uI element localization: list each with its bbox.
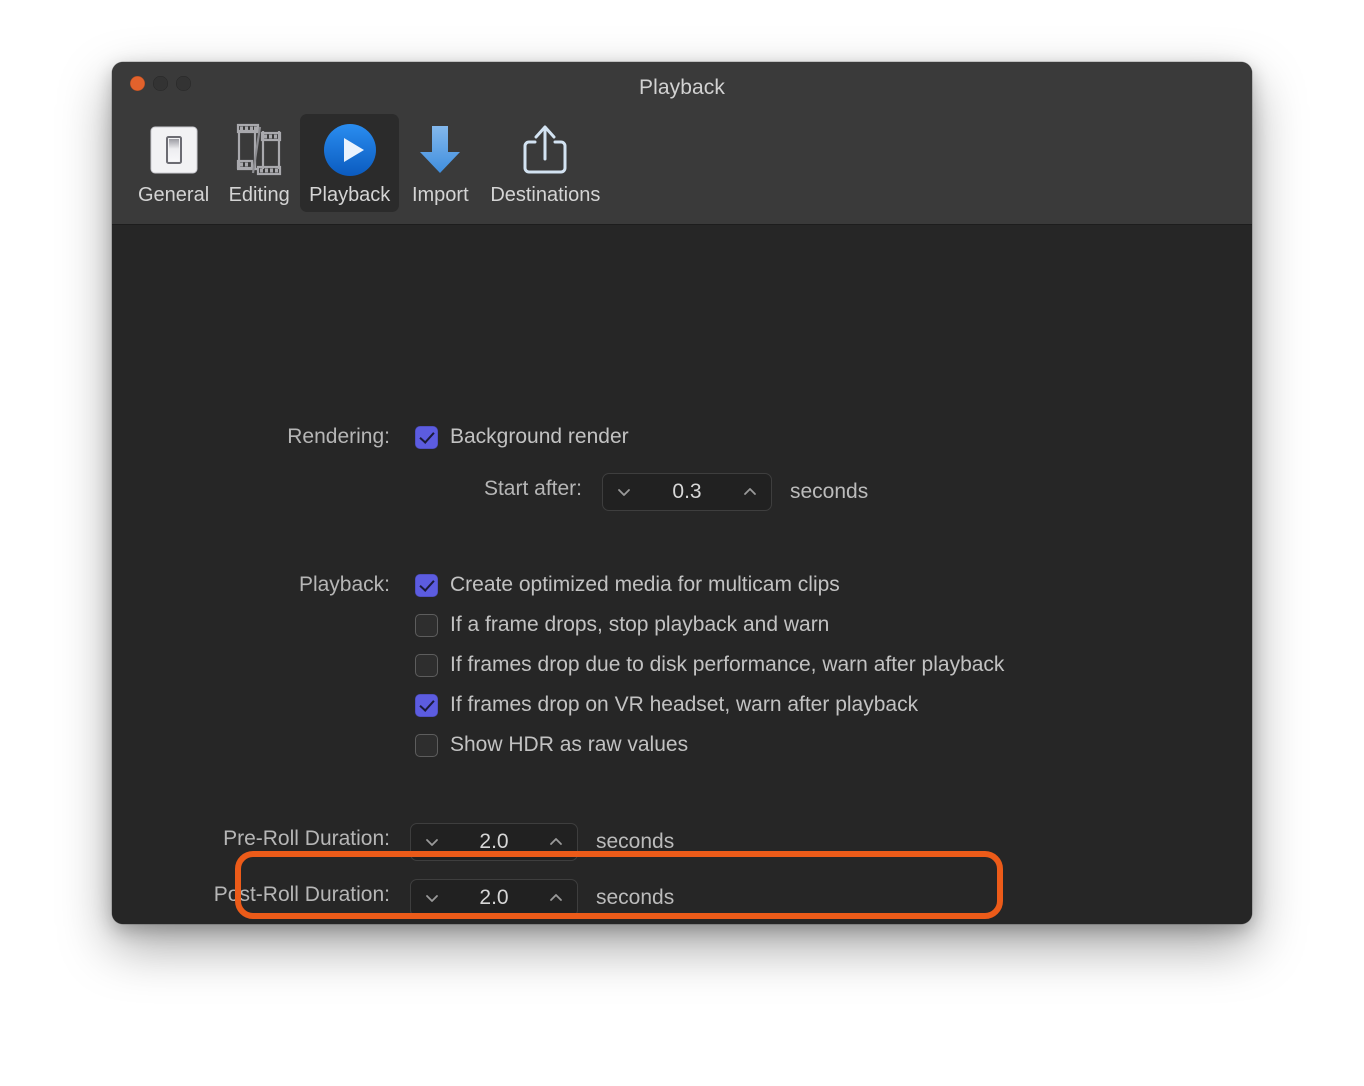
tab-editing-label: Editing (228, 184, 290, 206)
post-roll-unit: seconds (596, 886, 675, 909)
option-show-hdr-raw[interactable]: Show HDR as raw values (415, 733, 688, 757)
playback-label-wrap: Playback: (112, 573, 390, 597)
play-circle-icon (318, 118, 382, 182)
option-label: If frames drop on VR headset, warn after… (450, 693, 919, 716)
option-label: If a frame drops, stop playback and warn (450, 613, 830, 636)
playback-label: Playback: (298, 573, 390, 596)
option-frame-drop-stop-warn[interactable]: If a frame drops, stop playback and warn (415, 613, 829, 637)
background-render-checkbox[interactable]: Background render (415, 425, 629, 449)
chevron-up-icon[interactable] (741, 483, 759, 501)
rendering-label-wrap: Rendering: (112, 425, 390, 449)
preferences-toolbar: General Editing Playback Import Destinat… (112, 114, 1252, 225)
tab-playback-label: Playback (309, 184, 391, 206)
chevron-up-icon[interactable] (547, 889, 565, 907)
pre-roll-label: Pre-Roll Duration: (223, 827, 390, 850)
checkbox-indicator (415, 573, 438, 597)
pre-roll-label-wrap: Pre-Roll Duration: (112, 827, 390, 851)
preferences-content: Rendering: Background render Start after… (112, 225, 1252, 924)
checkbox-indicator (415, 733, 438, 757)
post-roll-stepper[interactable]: 2.0 (410, 879, 578, 917)
checkbox-indicator (415, 693, 438, 717)
switch-icon (142, 118, 206, 182)
option-disk-performance-warn[interactable]: If frames drop due to disk performance, … (415, 653, 1004, 677)
pre-roll-row: 2.0 seconds (410, 823, 674, 861)
option-label: Create optimized media for multicam clip… (450, 573, 840, 596)
chevron-down-icon[interactable] (423, 889, 441, 907)
start-after-stepper[interactable]: 0.3 (602, 473, 772, 511)
window-titlebar: Playback (112, 62, 1252, 114)
preferences-window: Playback General Editing Playback Import… (112, 62, 1252, 924)
option-create-optimized-media[interactable]: Create optimized media for multicam clip… (415, 573, 840, 597)
rendering-label: Rendering: (287, 425, 390, 448)
tab-general-label: General (138, 184, 210, 206)
post-roll-label: Post-Roll Duration: (213, 883, 390, 906)
page-title: Playback (638, 76, 725, 99)
start-after-value: 0.3 (672, 480, 702, 503)
tab-import[interactable]: Import (399, 114, 481, 212)
option-label: Show HDR as raw values (450, 733, 689, 756)
background-render-label: Background render (450, 425, 629, 448)
post-roll-value: 2.0 (479, 886, 509, 909)
tab-destinations[interactable]: Destinations (481, 114, 609, 212)
filmstrip-icon (227, 118, 291, 182)
tab-import-label: Import (411, 184, 469, 206)
start-after-label-wrap: Start after: (112, 477, 582, 501)
option-label: If frames drop due to disk performance, … (450, 653, 1005, 676)
pre-roll-stepper[interactable]: 2.0 (410, 823, 578, 861)
tab-general[interactable]: General (129, 114, 218, 212)
checkbox-indicator (415, 613, 438, 637)
pre-roll-value: 2.0 (479, 830, 509, 853)
checkbox-indicator (415, 425, 438, 449)
post-roll-row: 2.0 seconds (410, 879, 674, 917)
chevron-up-icon[interactable] (547, 833, 565, 851)
start-after-label: Start after: (483, 477, 582, 500)
start-after-unit: seconds (790, 480, 869, 503)
start-after-row: 0.3 seconds (602, 473, 868, 511)
tab-editing[interactable]: Editing (218, 114, 300, 212)
chevron-down-icon[interactable] (615, 483, 633, 501)
pre-roll-unit: seconds (596, 830, 675, 853)
tab-destinations-label: Destinations (490, 184, 601, 206)
post-roll-label-wrap: Post-Roll Duration: (112, 883, 390, 907)
option-vr-headset-warn[interactable]: If frames drop on VR headset, warn after… (415, 693, 918, 717)
down-arrow-icon (408, 118, 472, 182)
tab-playback[interactable]: Playback (300, 114, 400, 212)
share-icon (513, 118, 577, 182)
chevron-down-icon[interactable] (423, 833, 441, 851)
checkbox-indicator (415, 653, 438, 677)
